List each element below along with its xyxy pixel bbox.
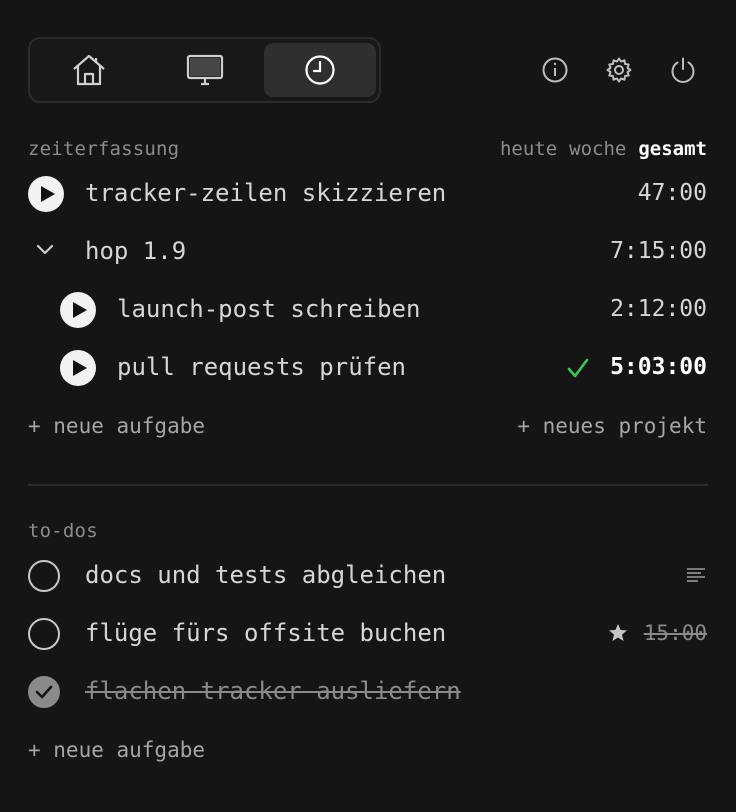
info-icon	[542, 57, 568, 83]
range-total[interactable]: gesamt	[638, 138, 707, 160]
tab-home[interactable]	[34, 43, 144, 97]
play-button[interactable]	[60, 350, 96, 386]
todo-checkbox-checked[interactable]	[28, 676, 60, 708]
settings-button[interactable]	[604, 55, 634, 85]
project-row: hop 1.9 7:15:00	[0, 232, 736, 272]
tab-time-tracking[interactable]	[264, 43, 376, 97]
todo-item: flachen tracker ausliefern	[0, 672, 736, 712]
todo-title[interactable]: flüge fürs offsite buchen	[85, 619, 446, 647]
tracker-row: pull requests prüfen 5:03:00	[0, 348, 736, 388]
home-icon	[73, 54, 105, 86]
todo-checkbox[interactable]	[28, 618, 60, 650]
task-time: 47:00	[637, 180, 707, 206]
todo-item: flüge fürs offsite buchen 15:00	[0, 614, 736, 654]
range-week[interactable]: woche	[569, 138, 626, 160]
info-button[interactable]	[540, 55, 570, 85]
tracker-row: tracker-zeilen skizzieren 47:00	[0, 174, 736, 214]
star-icon[interactable]	[608, 623, 628, 643]
task-title[interactable]: tracker-zeilen skizzieren	[85, 179, 446, 207]
new-project-link[interactable]: + neues projekt	[517, 414, 707, 438]
app-window: zeiterfassung heute woche gesamt tracker…	[0, 0, 736, 812]
range-today[interactable]: heute	[500, 138, 557, 160]
todo-item: docs und tests abgleichen	[0, 556, 736, 596]
todo-due-time: 15:00	[643, 621, 707, 645]
checkmark-icon	[35, 685, 53, 699]
todos-section-label: to-dos	[28, 520, 98, 542]
project-title[interactable]: hop 1.9	[85, 237, 186, 265]
checkmark-icon	[567, 358, 589, 378]
gear-icon	[606, 57, 632, 83]
clock-icon	[305, 55, 335, 85]
chevron-down-icon[interactable]	[36, 244, 54, 256]
monitor-icon	[186, 54, 224, 86]
todo-title[interactable]: docs und tests abgleichen	[85, 561, 446, 589]
tracking-section-label: zeiterfassung	[28, 138, 180, 160]
play-icon	[40, 186, 55, 202]
task-title[interactable]: launch-post schreiben	[117, 295, 420, 323]
todo-checkbox[interactable]	[28, 560, 60, 592]
play-icon	[72, 360, 87, 376]
section-divider	[28, 484, 708, 486]
new-todo-link[interactable]: + neue aufgabe	[28, 738, 205, 762]
play-icon	[72, 302, 87, 318]
play-button[interactable]	[28, 176, 64, 212]
new-task-link[interactable]: + neue aufgabe	[28, 414, 205, 438]
time-range-selector: heute woche gesamt	[500, 138, 707, 160]
task-title[interactable]: pull requests prüfen	[117, 353, 406, 381]
task-time: 5:03:00	[610, 354, 707, 380]
view-switcher	[28, 37, 381, 103]
play-button[interactable]	[60, 292, 96, 328]
tab-display[interactable]	[150, 43, 260, 97]
project-time: 7:15:00	[610, 238, 707, 264]
tracker-row: launch-post schreiben 2:12:00	[0, 290, 736, 330]
todo-title[interactable]: flachen tracker ausliefern	[85, 677, 461, 705]
notes-icon[interactable]	[686, 567, 706, 583]
power-button[interactable]	[668, 55, 698, 85]
task-time: 2:12:00	[610, 296, 707, 322]
power-icon	[671, 57, 695, 83]
